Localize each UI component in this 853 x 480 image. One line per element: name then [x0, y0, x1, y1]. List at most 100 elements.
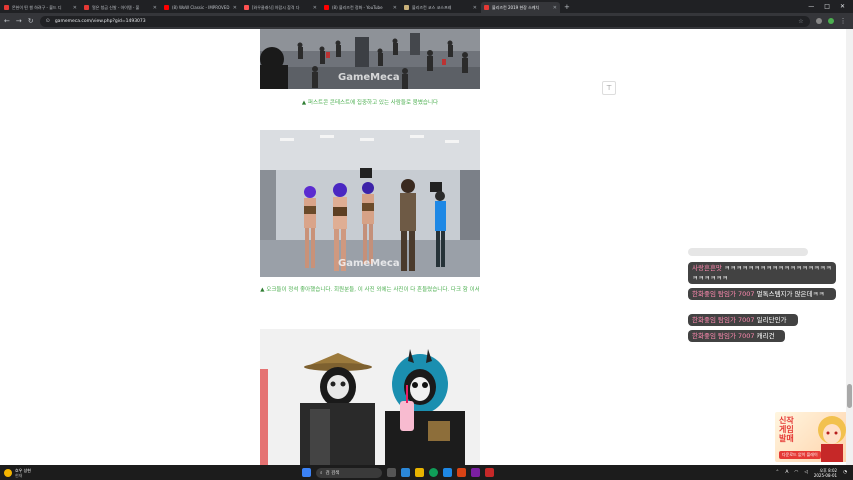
- taskbar-search-placeholder: 검 검색: [325, 470, 340, 476]
- chat-username: 한화좋임 탐임가 7007: [692, 290, 755, 298]
- browser-tab[interactable]: (8) 블리즈컨 정화 - YouTube ✕: [321, 2, 400, 13]
- tab-title: 블리즈컨 2019 현장 스케치: [492, 4, 540, 10]
- article-photo-cosplay: GameMeca: [260, 130, 480, 277]
- tab-list: 몬헌이 떤 썰 하려구 - 블드 디 ✕ 얼은 청금 신발 - 아이템 - 불 ✕ (8…: [0, 0, 560, 13]
- panda-photo-image: [260, 329, 480, 465]
- taskbar-apps: ⌕ 검 검색: [302, 466, 494, 479]
- edge-browser-icon[interactable]: [401, 468, 410, 477]
- notification-bell-icon[interactable]: ◔: [843, 470, 847, 475]
- store-icon[interactable]: [443, 468, 452, 477]
- app-icon[interactable]: [471, 468, 480, 477]
- tab-favicon-icon: [4, 5, 9, 10]
- new-tab-button[interactable]: +: [564, 3, 570, 11]
- tab-favicon-icon: [244, 5, 249, 10]
- ad-line-2: 게임: [779, 425, 794, 434]
- window-controls: — □ ✕: [808, 0, 853, 13]
- article-photo-crowd: GameMeca: [260, 29, 480, 89]
- tab-favicon-icon: [164, 5, 169, 10]
- tab-title: 얼은 청금 신발 - 아이템 - 불: [92, 4, 140, 10]
- maximize-icon[interactable]: □: [824, 3, 830, 10]
- browser-tab[interactable]: 얼은 청금 신발 - 아이템 - 불 ✕: [81, 2, 160, 13]
- weather-text: 흐우 상현 현재: [15, 468, 31, 478]
- photo-watermark: GameMeca: [338, 258, 400, 269]
- caption-text: 퍼스트콘 콘테스트에 집중하고 있는 사람들로 붐볐습니다: [307, 100, 439, 106]
- tab-title: 몬헌이 떤 썰 하려구 - 블드 디: [12, 4, 62, 10]
- browser-tab[interactable]: 블리즈컨 2019 현장 스케치 ✕: [481, 2, 560, 13]
- menu-dots-icon[interactable]: ⋮: [840, 17, 847, 25]
- chat-username: 사랑흔흔맛: [692, 264, 722, 272]
- browser-toolbar: ← → ↻ ⊙ gamemeca.com/view.php?gid=149307…: [0, 13, 853, 29]
- back-icon[interactable]: ←: [4, 17, 10, 25]
- ad-line-1: 신작: [779, 416, 794, 425]
- app-icon[interactable]: [485, 468, 494, 477]
- chat-message: 사랑흔흔맛 ㅋㅋㅋㅋㅋㅋㅋㅋㅋㅋㅋㅋㅋㅋㅋㅋㅋㅋㅋㅋㅋㅋㅋㅋ: [688, 262, 836, 284]
- scrollbar-thumb[interactable]: [847, 384, 852, 408]
- tab-close-icon[interactable]: ✕: [233, 5, 237, 11]
- taskbar-clock[interactable]: 오후 8:02 2025-08-01: [814, 468, 837, 478]
- system-tray: ⌃ A ◠ ◁ 오후 8:02 2025-08-01 ◔: [776, 466, 847, 479]
- address-bar[interactable]: ⊙ gamemeca.com/view.php?gid=1493073 ☆: [39, 15, 810, 27]
- chat-text: 일리단인가: [756, 316, 787, 324]
- ad-headline: 신작 게임 발매: [779, 416, 794, 443]
- network-icon[interactable]: ◠: [794, 470, 798, 475]
- ime-lang-indicator[interactable]: A: [785, 470, 788, 475]
- tab-title: 블리즈컨 코스 코스프레: [412, 4, 452, 10]
- tab-title: (8) WoW Classic - IMPROVED: [172, 5, 230, 10]
- browser-tab[interactable]: 몬헌이 떤 썰 하려구 - 블드 디 ✕: [1, 2, 80, 13]
- clock-date: 2025-08-01: [813, 472, 838, 478]
- weather-widget[interactable]: 흐우 상현 현재: [0, 468, 120, 478]
- game-app-icon[interactable]: [457, 468, 466, 477]
- search-icon: ⌕: [320, 470, 323, 476]
- task-view-icon[interactable]: [387, 468, 396, 477]
- chat-username: 한화좋임 탐임가 7007: [692, 316, 755, 324]
- page-scrollbar[interactable]: [846, 29, 853, 465]
- ad-cta-button[interactable]: 다운로드 없이 플레이: [779, 451, 821, 459]
- advertisement[interactable]: 신작 게임 발매 다운로드 없이 플레이: [775, 412, 849, 462]
- chat-message: 한화좋임 탐임가 7007 캐리건: [688, 330, 785, 342]
- caption-text: 오크들이 정석 좋아했습니다. 회원분들, 이 사진 외에는 사진이 다 흔들렸…: [266, 287, 480, 293]
- photo-caption: ▲ 오크들이 정석 좋아했습니다. 회원분들, 이 사진 외에는 사진이 다 흔…: [250, 286, 490, 295]
- chat-message: 한화좋임 탐임가 7007 멀톡스템지가 않은데ㅋㅋ: [688, 288, 836, 300]
- volume-icon[interactable]: ◁: [804, 470, 807, 475]
- chrome-icon[interactable]: [429, 468, 438, 477]
- article-page: GameMeca ▲ 퍼스트콘 콘테스트에 집중하고 있는 사람들로 붐볐습니다…: [0, 29, 853, 465]
- minimize-icon[interactable]: —: [808, 3, 814, 10]
- reload-icon[interactable]: ↻: [28, 17, 34, 25]
- close-window-icon[interactable]: ✕: [840, 3, 845, 10]
- tab-favicon-icon: [84, 5, 89, 10]
- chat-text: 멀톡스템지가 않은데ㅋㅋ: [756, 290, 825, 298]
- bookmark-star-icon[interactable]: ☆: [798, 18, 803, 25]
- tab-close-icon[interactable]: ✕: [153, 5, 157, 11]
- tab-close-icon[interactable]: ✕: [73, 5, 77, 11]
- tray-chevron-icon[interactable]: ⌃: [776, 470, 780, 475]
- extension-icon[interactable]: [815, 18, 822, 24]
- browser-tab[interactable]: (8) WoW Classic - IMPROVED ✕: [161, 2, 240, 13]
- profile-avatar[interactable]: [827, 18, 834, 24]
- taskbar-search[interactable]: ⌕ 검 검색: [316, 467, 382, 478]
- tab-close-icon[interactable]: ✕: [313, 5, 317, 11]
- forward-icon[interactable]: →: [16, 17, 22, 25]
- windows-start-icon[interactable]: [302, 468, 311, 477]
- photo-watermark: GameMeca: [338, 72, 400, 83]
- chat-message: 한화좋임 탐임가 7007 일리단인가: [688, 314, 798, 326]
- browser-tab[interactable]: 블리즈컨 코스 코스프레 ✕: [401, 2, 480, 13]
- windows-taskbar: 흐우 상현 현재 ⌕ 검 검색 ⌃ A ◠ ◁ 오후 8:02 2025-08-…: [0, 465, 853, 480]
- tab-close-icon[interactable]: ✕: [473, 5, 477, 11]
- weather-cloud-icon: [4, 468, 12, 477]
- chat-text: 캐리건: [756, 332, 775, 340]
- url-text: gamemeca.com/view.php?gid=1493073: [54, 18, 146, 24]
- tab-favicon-icon: [484, 5, 489, 10]
- file-explorer-icon[interactable]: [415, 468, 424, 477]
- tab-title: (8) 블리즈컨 정화 - YouTube: [332, 4, 383, 10]
- screen: 몬헌이 떤 썰 하려구 - 블드 디 ✕ 얼은 청금 신발 - 아이템 - 불 ✕ (8…: [0, 0, 853, 480]
- chat-overlay-header: [688, 248, 808, 256]
- tab-close-icon[interactable]: ✕: [553, 5, 557, 11]
- scroll-to-top-button[interactable]: ⊤: [602, 81, 616, 95]
- tab-favicon-icon: [404, 5, 409, 10]
- tab-close-icon[interactable]: ✕: [393, 5, 397, 11]
- photo-caption: ▲ 퍼스트콘 콘테스트에 집중하고 있는 사람들로 붐볐습니다: [290, 99, 450, 108]
- browser-tab[interactable]: [와우클래식] 아랍시 참격 다 ✕: [241, 2, 320, 13]
- weather-desc: 현재: [15, 472, 23, 478]
- site-info-icon[interactable]: ⊙: [46, 18, 50, 24]
- weather-temp: 흐우 상현: [15, 467, 31, 473]
